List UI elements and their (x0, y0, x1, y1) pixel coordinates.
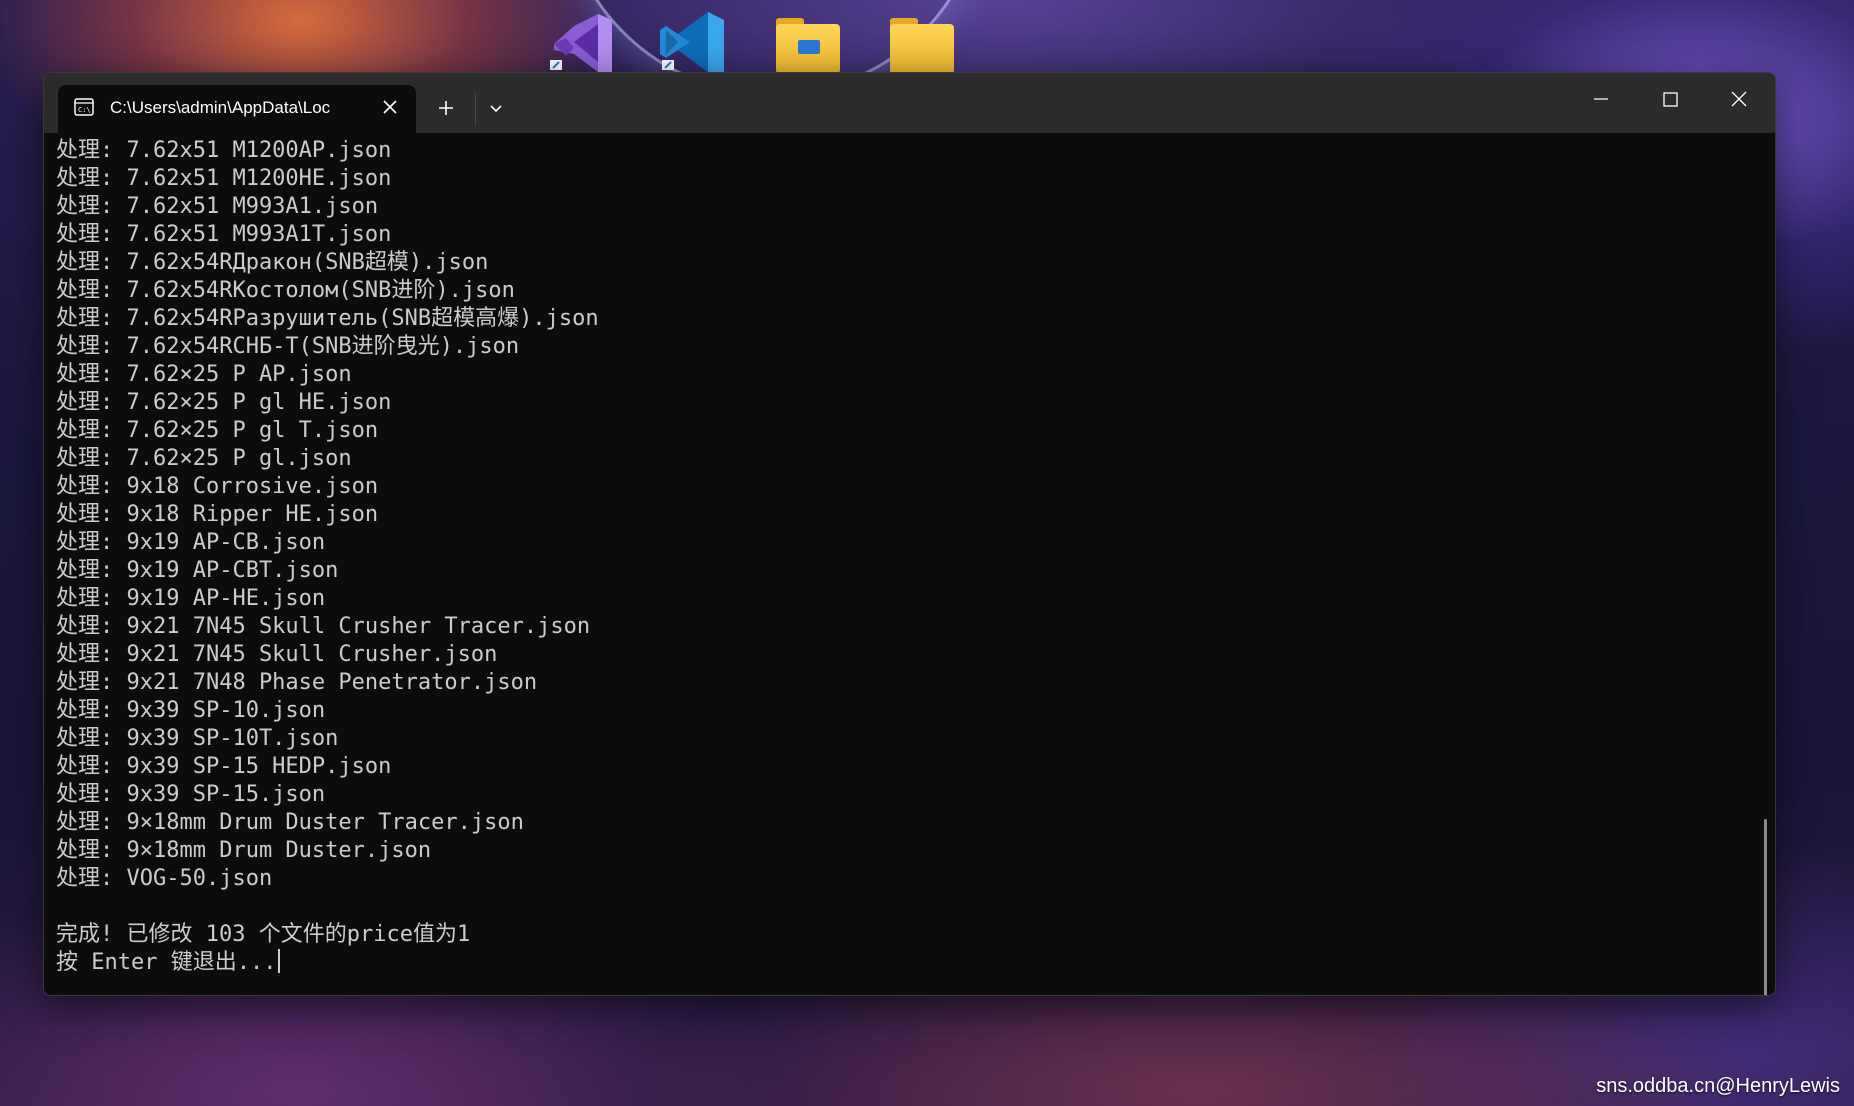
desktop: C:\ C:\Users\admin\AppData\Loc 处理: 7.62x… (0, 0, 1854, 1106)
terminal-line: 处理: 7.62x54RКостолом(SNB进阶).json (56, 278, 515, 303)
terminal-line: 处理: 9x39 SP-10.json (56, 698, 326, 723)
terminal-line: 处理: 7.62x51 M1200AP.json (56, 138, 392, 163)
watermark-text: sns.oddba.cn@HenryLewis (1596, 1075, 1840, 1097)
close-icon[interactable] (378, 95, 402, 119)
title-bar[interactable]: C:\ C:\Users\admin\AppData\Loc (44, 73, 1775, 133)
terminal-line: 处理: 7.62x51 M993A1T.json (56, 222, 392, 247)
svg-text:C:\: C:\ (78, 106, 91, 114)
exit-prompt: 按 Enter 键退出... (56, 950, 277, 975)
tab-active[interactable]: C:\ C:\Users\admin\AppData\Loc (58, 85, 416, 133)
terminal-pane[interactable]: 处理: 7.62x51 M1200AP.json 处理: 7.62x51 M12… (44, 133, 1775, 995)
terminal-icon: C:\ (74, 98, 94, 116)
terminal-line: 处理: 9×18mm Drum Duster.json (56, 838, 432, 863)
exit-prompt-line: 按 Enter 键退出... (56, 949, 1736, 977)
terminal-line: 处理: 7.62x54RСНБ-Т(SNB进阶曳光).json (56, 334, 520, 359)
close-window-icon[interactable] (1716, 83, 1762, 115)
chevron-down-icon[interactable] (481, 93, 511, 123)
terminal-line: 处理: 7.62×25 P AP.json (56, 362, 352, 387)
terminal-line: 处理: 9x19 AP-CBT.json (56, 558, 339, 583)
terminal-line: 处理: 7.62×25 P gl T.json (56, 418, 379, 443)
terminal-line: 处理: 7.62x51 M993A1.json (56, 194, 379, 219)
vscode-icon[interactable] (652, 10, 730, 72)
terminal-line: 处理: 9x19 AP-HE.json (56, 586, 326, 611)
scrollbar-thumb[interactable] (1764, 819, 1767, 995)
terminal-line: 处理: 7.62x51 M1200HE.json (56, 166, 392, 191)
terminal-window: C:\ C:\Users\admin\AppData\Loc 处理: 7.62x… (43, 72, 1776, 996)
terminal-line: 处理: 9x19 AP-CB.json (56, 530, 326, 555)
terminal-line: 处理: 9x39 SP-15.json (56, 782, 326, 807)
done-message: 完成! 已修改 103 个文件的price值为1 (56, 922, 471, 947)
maximize-icon[interactable] (1647, 83, 1693, 115)
tab-divider (475, 93, 476, 125)
folder-icon[interactable] (880, 10, 958, 72)
terminal-line: 处理: 7.62×25 P gl.json (56, 446, 352, 471)
terminal-line: 处理: 9x39 SP-10T.json (56, 726, 339, 751)
terminal-line: 处理: 9x21 7N48 Phase Penetrator.json (56, 670, 538, 695)
terminal-line: 处理: 9x21 7N45 Skull Crusher Tracer.json (56, 614, 591, 639)
terminal-line: 处理: 9x18 Ripper HE.json (56, 502, 379, 527)
text-cursor (278, 949, 281, 973)
tab-title: C:\Users\admin\AppData\Loc (110, 98, 331, 117)
terminal-line: 处理: 7.62×25 P gl HE.json (56, 390, 392, 415)
minimize-icon[interactable] (1578, 83, 1624, 115)
terminal-line: 处理: 9x18 Corrosive.json (56, 474, 379, 499)
visual-studio-icon[interactable] (540, 10, 618, 72)
terminal-line: 处理: VOG-50.json (56, 866, 273, 891)
terminal-line: 处理: 7.62x54RРазрушитель(SNB超模高爆).json (56, 306, 599, 331)
terminal-line: 处理: 9×18mm Drum Duster Tracer.json (56, 810, 524, 835)
file-explorer-icon[interactable] (766, 10, 844, 72)
plus-icon[interactable] (431, 93, 461, 123)
terminal-output: 处理: 7.62x51 M1200AP.json 处理: 7.62x51 M12… (56, 137, 1736, 987)
terminal-line: 处理: 9x21 7N45 Skull Crusher.json (56, 642, 498, 667)
terminal-line: 处理: 7.62x54RДракон(SNB超模).json (56, 250, 489, 275)
terminal-line: 处理: 9x39 SP-15 HEDP.json (56, 754, 392, 779)
